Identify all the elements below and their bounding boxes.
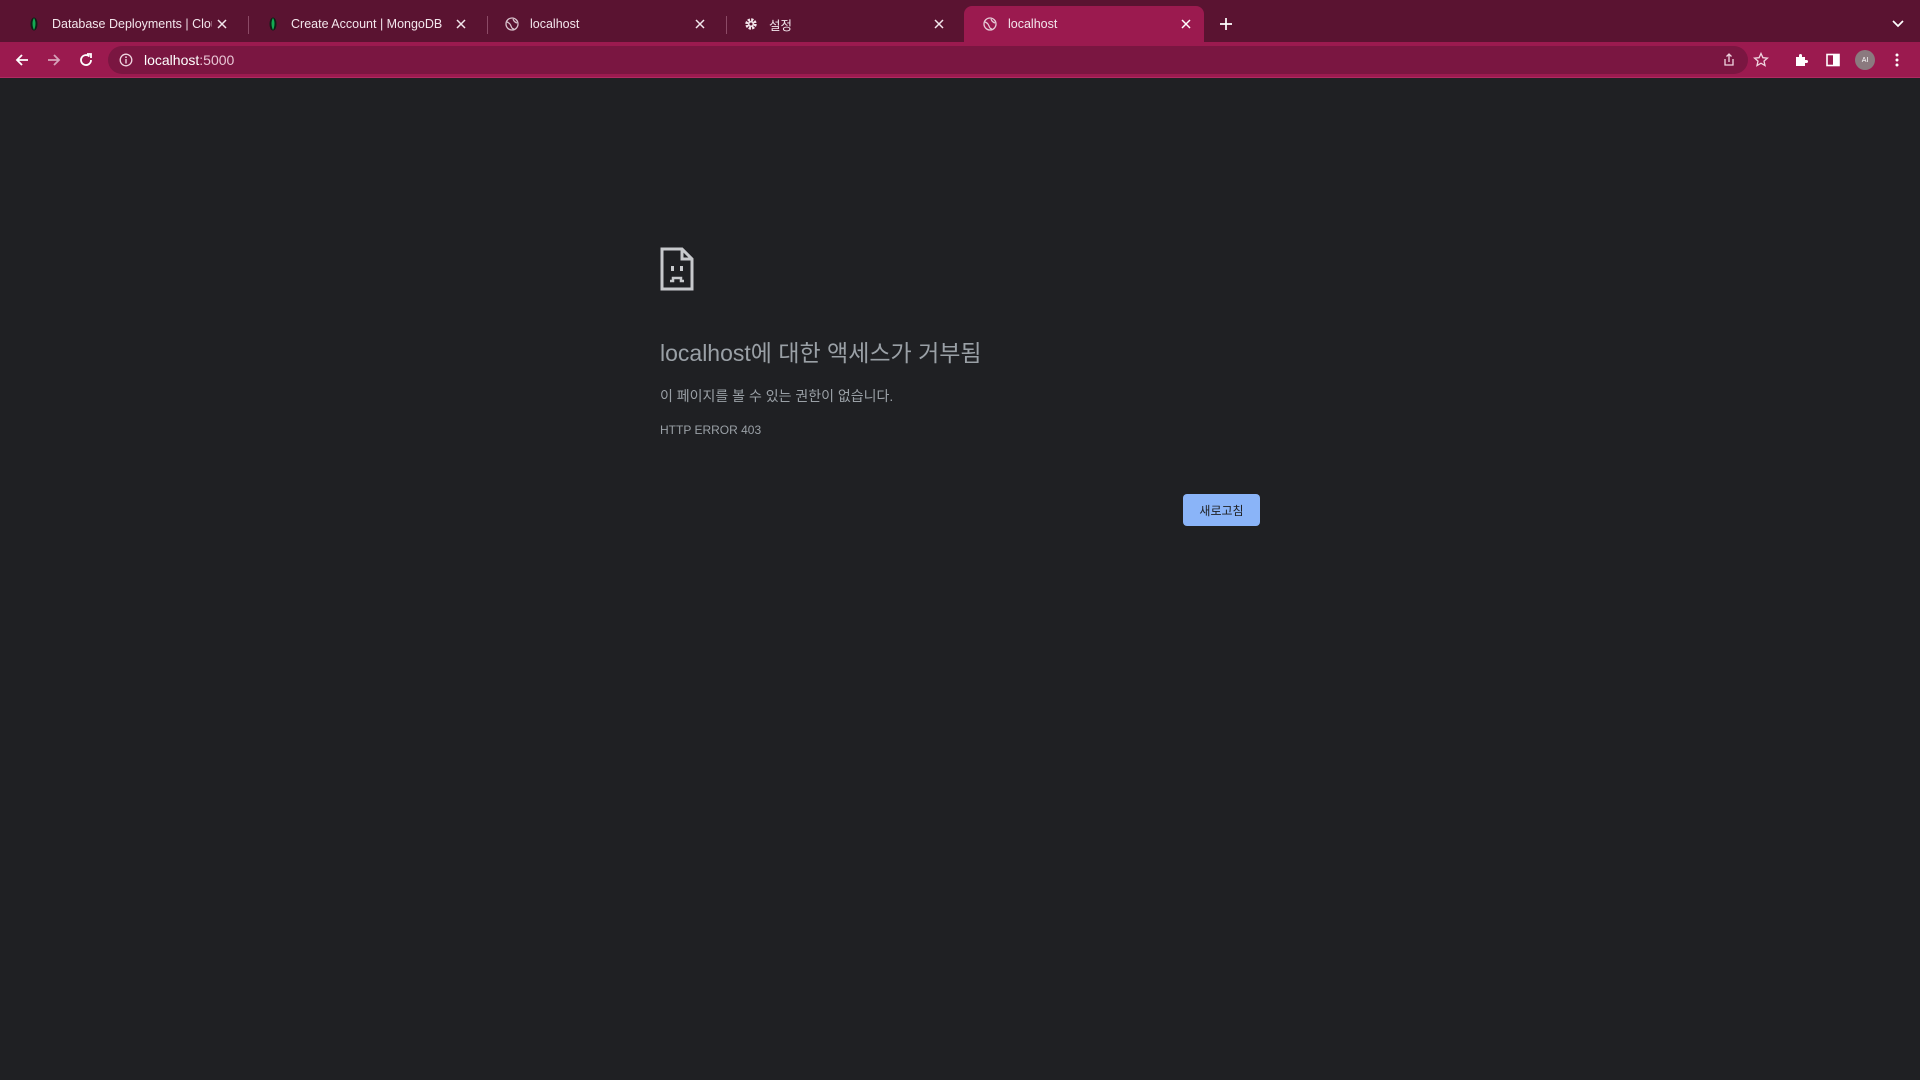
error-code: HTTP ERROR 403 xyxy=(660,423,762,437)
side-panel-icon xyxy=(1826,53,1840,67)
tab-database-deployments[interactable]: Database Deployments | Cloud xyxy=(8,6,240,42)
error-description: 이 페이지를 볼 수 있는 권한이 없습니다. xyxy=(660,388,894,404)
globe-icon xyxy=(982,16,998,32)
star-icon xyxy=(1753,52,1769,67)
bookmark-button[interactable] xyxy=(1749,48,1773,72)
extensions-button[interactable] xyxy=(1789,48,1813,72)
new-tab-button[interactable] xyxy=(1214,12,1238,36)
menu-button[interactable] xyxy=(1885,48,1909,72)
url-port: :5000 xyxy=(199,52,235,68)
close-icon[interactable] xyxy=(690,14,710,34)
url-text: localhost:5000 xyxy=(144,52,234,68)
tab-title: Database Deployments | Cloud xyxy=(52,17,212,31)
share-icon xyxy=(1724,53,1734,66)
arrow-right-icon xyxy=(48,54,61,66)
puzzle-icon xyxy=(1796,54,1808,66)
tab-localhost-1[interactable]: localhost xyxy=(486,6,718,42)
tab-search-button[interactable] xyxy=(1886,12,1910,36)
close-icon[interactable] xyxy=(451,14,471,34)
chevron-down-icon xyxy=(1892,20,1904,28)
profile-button[interactable]: AI xyxy=(1853,48,1877,72)
reload-page-button[interactable]: 새로고침 xyxy=(1183,494,1260,526)
tab-create-account[interactable]: Create Account | MongoDB xyxy=(247,6,479,42)
tab-localhost-active[interactable]: localhost xyxy=(964,6,1204,42)
url-host: localhost xyxy=(144,52,200,68)
share-button[interactable] xyxy=(1717,48,1741,72)
tab-strip: Database Deployments | Cloud Create Acco… xyxy=(0,0,1920,42)
mongodb-leaf-icon xyxy=(26,16,42,32)
tab-title: localhost xyxy=(530,17,580,31)
arrow-left-icon xyxy=(15,54,28,66)
globe-icon xyxy=(504,16,520,32)
page-content: localhost에 대한 액세스가 거부됨 이 페이지를 볼 수 있는 권한이… xyxy=(0,79,1920,1080)
close-icon[interactable] xyxy=(1176,14,1196,34)
reload-icon xyxy=(80,53,92,66)
gear-icon xyxy=(743,16,759,32)
info-icon[interactable] xyxy=(118,52,134,68)
tab-title: localhost xyxy=(1008,17,1058,31)
tab-settings[interactable]: 설정 xyxy=(725,6,957,42)
plus-icon xyxy=(1220,18,1232,30)
avatar: AI xyxy=(1855,50,1875,70)
reload-button[interactable] xyxy=(74,48,98,72)
forward-button[interactable] xyxy=(42,48,66,72)
tab-title: Create Account | MongoDB xyxy=(291,17,443,31)
side-panel-button[interactable] xyxy=(1821,48,1845,72)
close-icon[interactable] xyxy=(929,14,949,34)
back-button[interactable] xyxy=(10,48,34,72)
tab-title: 설정 xyxy=(769,18,793,33)
error-title: localhost에 대한 액세스가 거부됨 xyxy=(660,340,982,366)
more-vert-icon xyxy=(1895,53,1899,67)
sad-document-icon xyxy=(660,247,694,291)
mongodb-leaf-icon xyxy=(265,16,281,32)
browser-toolbar: localhost:5000 AI xyxy=(0,42,1920,78)
address-bar[interactable]: localhost:5000 xyxy=(108,46,1748,74)
close-icon[interactable] xyxy=(212,14,232,34)
